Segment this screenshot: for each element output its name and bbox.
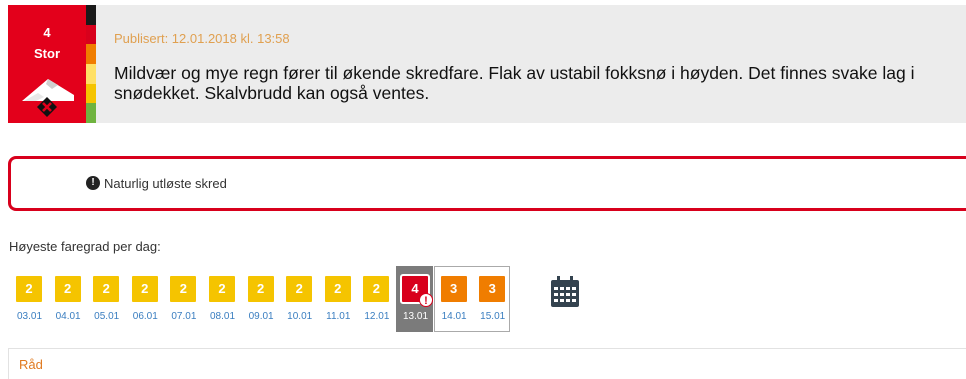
published-timestamp: Publisert: 12.01.2018 kl. 13:58 (114, 31, 290, 46)
day-danger-level: 2 (129, 274, 160, 304)
per-day-heading: Høyeste faregrad per dag: (9, 239, 161, 254)
warning-headline: Mildvær og mye regn fører til økende skr… (114, 63, 915, 103)
avalanche-danger-icon (22, 79, 74, 117)
day-item-08.01[interactable]: 2 08.01 (203, 266, 240, 332)
danger-scale-step (86, 103, 96, 123)
alert-icon: ! (419, 293, 433, 307)
day-item-07.01[interactable]: 2 07.01 (164, 266, 201, 332)
danger-level-number: 4 (43, 25, 51, 40)
day-item-11.01[interactable]: 2 11.01 (319, 266, 356, 332)
forecast-days-frame (434, 266, 510, 332)
day-item-10.01[interactable]: 2 10.01 (280, 266, 317, 332)
day-danger-level: 2 (52, 274, 83, 304)
day-danger-level: 2 (245, 274, 276, 304)
day-danger-level: 2 (284, 274, 315, 304)
day-date: 09.01 (248, 311, 274, 322)
danger-scale-step (86, 24, 96, 45)
danger-level-label: Stor (34, 46, 60, 61)
day-date: 08.01 (209, 311, 236, 322)
danger-scale-step (86, 83, 96, 104)
day-danger-level: 2 (91, 274, 122, 304)
day-danger-level: 2 (322, 274, 353, 304)
day-danger-level: 2 (207, 274, 237, 304)
avalanche-problem-label: Naturlig utløste skred (104, 176, 227, 191)
day-danger-level: 2 (361, 274, 392, 304)
day-date: 12.01 (364, 311, 390, 322)
day-item-04.01[interactable]: 2 04.01 (49, 266, 86, 332)
danger-scale-step (86, 44, 96, 64)
day-date: 04.01 (55, 311, 81, 322)
day-item-09.01[interactable]: 2 09.01 (242, 266, 279, 332)
day-date: 06.01 (132, 311, 158, 322)
day-item-13.01[interactable]: 4! 13.01 (396, 266, 433, 332)
day-date: 10.01 (287, 311, 313, 322)
day-item-06.01[interactable]: 2 06.01 (126, 266, 163, 332)
day-danger-level: 2 (168, 274, 199, 304)
danger-scale-step (86, 63, 96, 84)
day-date: 13.01 (402, 311, 429, 322)
danger-scale-step (86, 5, 96, 25)
avalanche-problem-box[interactable]: ! Naturlig utløste skred (8, 156, 966, 211)
day-item-12.01[interactable]: 2 12.01 (357, 266, 394, 332)
day-date: 11.01 (326, 311, 351, 322)
day-danger-level: 2 (14, 274, 44, 304)
day-danger-strip: 2 03.01 2 04.01 2 05.01 2 06.01 2 07.01 2 08.01 2 09.… (0, 266, 600, 332)
advice-section[interactable]: Råd (8, 348, 966, 379)
danger-level-badge: 4 Stor (8, 5, 86, 123)
day-item-03.01[interactable]: 2 03.01 (10, 266, 47, 332)
danger-scale (86, 5, 96, 123)
day-date: 03.01 (16, 311, 43, 322)
day-date: 05.01 (94, 311, 120, 322)
advice-label: Råd (19, 357, 43, 372)
exclamation-circle-icon: ! (86, 176, 100, 190)
calendar-icon[interactable] (550, 276, 580, 308)
day-date: 07.01 (171, 311, 197, 322)
warning-panel: 4 Stor Publisert: 12.01.2018 kl. 13:58 M… (8, 5, 966, 123)
day-item-05.01[interactable]: 2 05.01 (87, 266, 124, 332)
